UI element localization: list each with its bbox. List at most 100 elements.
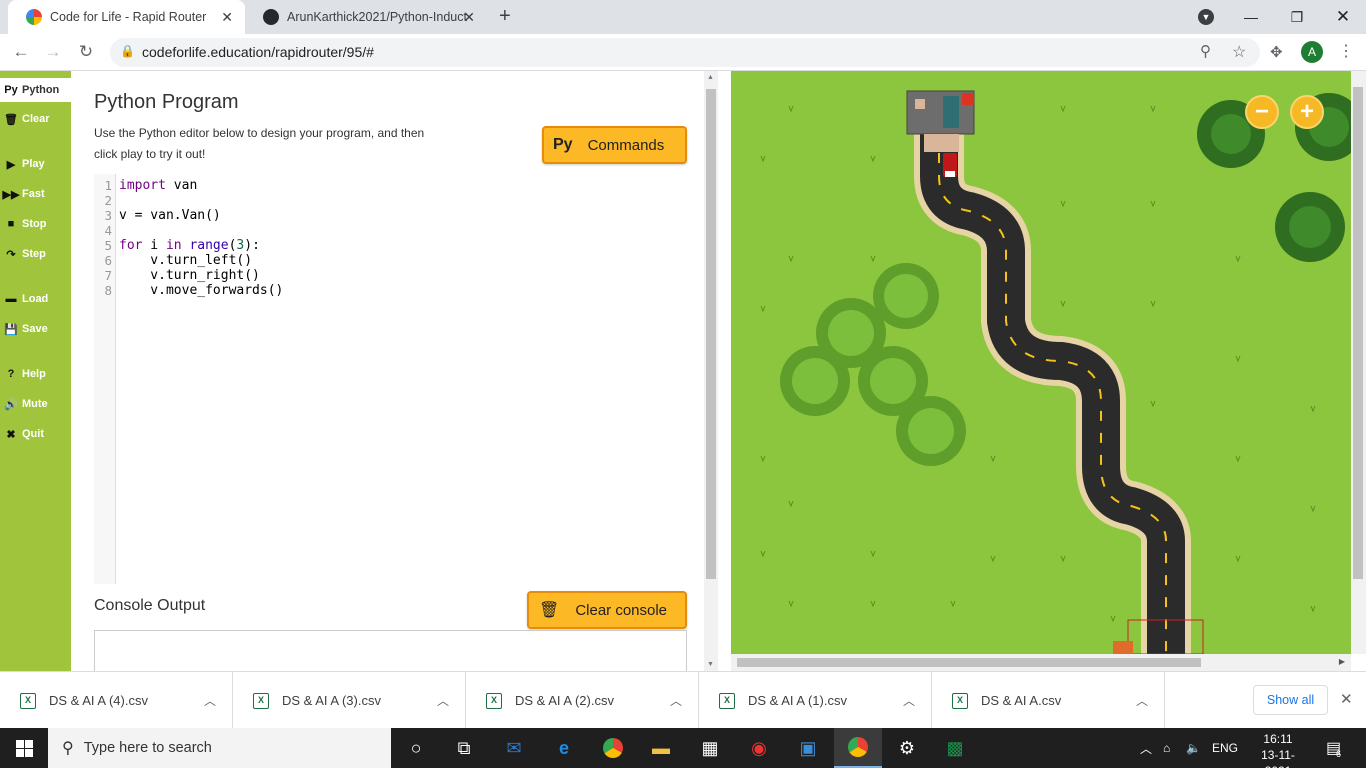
sidebar-item-label: Step (22, 248, 46, 260)
show-all-button[interactable]: Show all (1253, 685, 1328, 715)
code-line: v.turn_left() (119, 253, 253, 268)
sidebar-item-quit[interactable]: ✖ Quit (0, 422, 71, 446)
line-number: 7 (104, 268, 112, 283)
download-item[interactable]: X DS & AI A (4).csv ︿ (0, 672, 233, 729)
sidebar-item-label: Fast (22, 188, 45, 200)
clear-console-button[interactable]: 🗑 Clear console (527, 591, 687, 629)
code-line: import van (119, 178, 198, 193)
code-line: for i in range(3): (119, 238, 260, 253)
tab-github[interactable]: ArunKarthick2021/Python-Induct ✕ (245, 0, 487, 34)
back-icon[interactable]: ← (10, 42, 32, 62)
extensions-icon[interactable]: ✥ (1270, 43, 1283, 61)
excel-file-icon: X (253, 692, 269, 709)
sidebar-item-load[interactable]: ▬ Load (0, 287, 71, 311)
download-item[interactable]: X DS & AI A (1).csv ︿ (699, 672, 932, 729)
chevron-up-icon[interactable]: ︿ (204, 692, 216, 709)
sidebar-item-play[interactable]: ▶ Play (0, 152, 71, 176)
sidebar-item-save[interactable]: 💾 Save (0, 317, 71, 341)
zoom-in-button[interactable]: + (1290, 95, 1324, 129)
map-vertical-scrollbar[interactable] (1351, 71, 1366, 654)
file-explorer-icon[interactable]: ▬ (637, 728, 685, 768)
download-item[interactable]: X DS & AI A (3).csv ︿ (233, 672, 466, 729)
tab-rapid-router[interactable]: Code for Life - Rapid Router ✕ (8, 0, 245, 34)
sidebar-item-mute[interactable]: 🔊 Mute (0, 392, 71, 416)
tray-chevron-icon[interactable]: ︿ (1140, 728, 1152, 768)
taskbar-search[interactable]: ⚲ Type here to search (48, 728, 391, 768)
forward-icon[interactable]: → (42, 42, 64, 62)
code-editor[interactable]: 1 2 3 4 5 6 7 8 import van v = van.Van()… (94, 174, 686, 584)
language-indicator[interactable]: ENG (1212, 728, 1238, 768)
download-filename: DS & AI A.csv (981, 693, 1062, 708)
minimize-button[interactable]: — (1228, 0, 1274, 34)
console-output (94, 630, 687, 675)
map-canvas (760, 90, 1351, 654)
game-sidebar: Py Python 🗑 Clear ▶ Play ▶▶ Fast ■ Stop ↷ Step ▬ Load… (0, 71, 71, 671)
chevron-up-icon[interactable]: ︿ (437, 692, 449, 709)
task-view-icon[interactable]: ⧉ (440, 728, 488, 768)
save-icon: 💾 (4, 323, 18, 336)
sidebar-item-label: Mute (22, 398, 48, 410)
sidebar-item-clear[interactable]: 🗑 Clear (0, 107, 71, 131)
download-item[interactable]: X DS & AI A (2).csv ︿ (466, 672, 699, 729)
control-panel-icon[interactable]: ▣ (784, 728, 832, 768)
chrome-active-icon[interactable] (834, 728, 882, 768)
close-tab-icon[interactable]: ✕ (463, 9, 475, 26)
sidebar-item-help[interactable]: ? Help (0, 362, 71, 386)
clock-date: 13-11-2021 (1261, 748, 1295, 778)
download-filename: DS & AI A (4).csv (49, 693, 148, 708)
line-number: 6 (104, 253, 112, 268)
tab-search-icon[interactable]: ▼ (1198, 9, 1214, 25)
sidebar-item-fast[interactable]: ▶▶ Fast (0, 182, 71, 206)
game-map: − + (731, 71, 1351, 654)
close-window-button[interactable]: ✕ (1320, 0, 1366, 34)
new-tab-button[interactable]: + (499, 5, 511, 28)
maximize-button[interactable]: ❐ (1274, 0, 1320, 34)
excel-icon[interactable]: ▩ (931, 728, 979, 768)
python-icon: Py (553, 136, 573, 153)
lock-icon: 🔒 (120, 44, 135, 58)
sidebar-item-label: Quit (22, 428, 44, 440)
cortana-icon[interactable]: ○ (392, 728, 440, 768)
commands-button[interactable]: Py Commands (542, 126, 687, 164)
volume-icon[interactable]: 🔈 (1186, 728, 1201, 768)
store-icon[interactable]: ▦ (686, 728, 734, 768)
sidebar-item-stop[interactable]: ■ Stop (0, 212, 71, 236)
notification-count: 6 (1336, 749, 1342, 759)
network-icon[interactable]: ⌂ (1163, 728, 1170, 768)
clock[interactable]: 16:11 13-11-2021 (1248, 731, 1308, 779)
notifications-icon[interactable]: ▤ (1326, 728, 1341, 768)
menu-icon[interactable]: ⋮ (1338, 41, 1354, 61)
sidebar-item-label: Stop (22, 218, 47, 230)
map-horizontal-scrollbar[interactable]: ▶ (731, 654, 1351, 671)
edge-icon[interactable]: e (540, 728, 588, 768)
zoom-icon[interactable]: ⚲ (1200, 42, 1211, 60)
line-number: 4 (104, 223, 112, 238)
excel-file-icon: X (486, 692, 502, 709)
editor-scrollbar[interactable]: ▲ ▼ (704, 71, 718, 671)
clear-icon: 🗑 (4, 113, 18, 126)
mail-icon[interactable]: ✉ (490, 728, 538, 768)
app-icon[interactable]: ◉ (735, 728, 783, 768)
download-item[interactable]: X DS & AI A.csv ︿ (932, 672, 1165, 729)
chevron-up-icon[interactable]: ︿ (903, 692, 915, 709)
chevron-up-icon[interactable]: ︿ (670, 692, 682, 709)
settings-icon[interactable]: ⚙ (883, 728, 931, 768)
close-tab-icon[interactable]: ✕ (221, 9, 233, 26)
close-downloads-icon[interactable]: ✕ (1340, 690, 1353, 708)
download-filename: DS & AI A (1).csv (748, 693, 847, 708)
reload-icon[interactable]: ↻ (75, 42, 97, 62)
windows-start-icon[interactable] (0, 728, 48, 768)
bookmark-star-icon[interactable]: ☆ (1232, 42, 1246, 62)
tab-title: ArunKarthick2021/Python-Induct (287, 10, 467, 24)
favicon-icon (26, 9, 42, 25)
tab-title: Code for Life - Rapid Router (50, 10, 207, 24)
chevron-up-icon[interactable]: ︿ (1136, 692, 1148, 709)
zoom-out-button[interactable]: − (1245, 95, 1279, 129)
trash-icon: 🗑 (539, 602, 560, 619)
profile-avatar[interactable]: A (1301, 41, 1323, 63)
address-bar[interactable]: 🔒 codeforlife.education/rapidrouter/95/#… (110, 38, 1260, 67)
panel-divider[interactable] (718, 71, 731, 671)
sidebar-item-python[interactable]: Py Python (0, 78, 71, 102)
sidebar-item-step[interactable]: ↷ Step (0, 242, 71, 266)
chrome-icon[interactable] (589, 728, 637, 768)
